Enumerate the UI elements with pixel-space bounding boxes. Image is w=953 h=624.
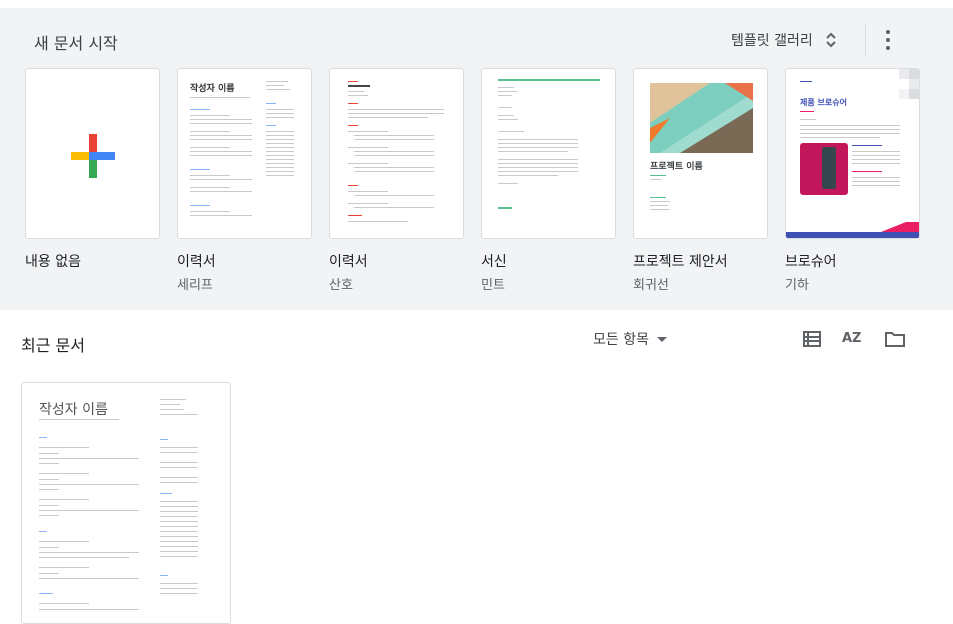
template-resume-coral[interactable]: 이력서 산호 [329, 68, 464, 293]
template-resume-serif[interactable]: 작성자 이름 이력서 세리프 [177, 68, 312, 293]
template-thumbnail-letter-mint[interactable] [481, 68, 616, 239]
start-new-document-section: 새 문서 시작 템플릿 갤러리 내용 없음 작성자 이름 이력서 세리프 이력서… [0, 8, 953, 310]
template-project-proposal[interactable]: 프로젝트 이름 프로젝트 제안서 회귀선 [633, 68, 768, 293]
thumb-project-title: 프로젝트 이름 [650, 162, 703, 172]
template-subtitle: 세리프 [177, 278, 213, 293]
toolbar-divider [865, 24, 866, 56]
template-thumbnail-brochure[interactable]: 제품 브로슈어 [785, 68, 920, 239]
template-thumbnail-blank[interactable] [25, 68, 160, 239]
template-thumbnail-resume-serif[interactable]: 작성자 이름 [177, 68, 312, 239]
template-name: 이력서 [177, 254, 216, 270]
template-subtitle: 민트 [481, 278, 505, 293]
template-blank[interactable]: 내용 없음 [25, 68, 160, 271]
template-subtitle: 회귀선 [633, 278, 669, 293]
thumb-resume-name: 작성자 이름 [190, 84, 235, 94]
template-name: 이력서 [329, 254, 368, 270]
template-gallery-label: 템플릿 갤러리 [731, 33, 813, 49]
template-name: 내용 없음 [25, 254, 81, 270]
recent-document-title: 작성자 이름 [39, 402, 108, 418]
list-view-icon[interactable] [801, 328, 823, 350]
folder-icon[interactable] [884, 328, 906, 350]
template-subtitle: 기하 [785, 278, 809, 293]
sort-az-icon[interactable]: AZ [842, 328, 864, 350]
template-thumbnail-project-proposal[interactable]: 프로젝트 이름 [633, 68, 768, 239]
owner-filter-label: 모든 항목 [593, 332, 649, 348]
plus-multicolor-icon [71, 134, 115, 178]
template-brochure-geometric[interactable]: 제품 브로슈어 브로슈어 기하 [785, 68, 920, 293]
template-gallery-button[interactable]: 템플릿 갤러리 [731, 30, 837, 50]
thumb-brochure-title: 제품 브로슈어 [800, 98, 847, 107]
brochure-footer-stripe [786, 222, 919, 238]
recent-document-card[interactable]: 작성자 이름 [21, 382, 231, 624]
chevron-down-icon [656, 336, 667, 342]
recent-section-title: 최근 문서 [21, 336, 85, 355]
owner-filter-dropdown[interactable]: 모든 항목 [593, 329, 667, 349]
template-thumbnail-resume-coral[interactable] [329, 68, 464, 239]
proposal-cover-art [650, 83, 753, 153]
start-section-title: 새 문서 시작 [34, 34, 118, 53]
template-name: 브로슈어 [785, 254, 837, 270]
brochure-corner-pattern [899, 69, 919, 99]
template-letter-mint[interactable]: 서신 민트 [481, 68, 616, 293]
more-vert-icon[interactable] [882, 30, 894, 50]
template-name: 프로젝트 제안서 [633, 254, 728, 270]
brochure-phone-screen [822, 147, 836, 189]
template-subtitle: 산호 [329, 278, 353, 293]
template-name: 서신 [481, 254, 507, 270]
sort-updown-icon [826, 32, 836, 48]
